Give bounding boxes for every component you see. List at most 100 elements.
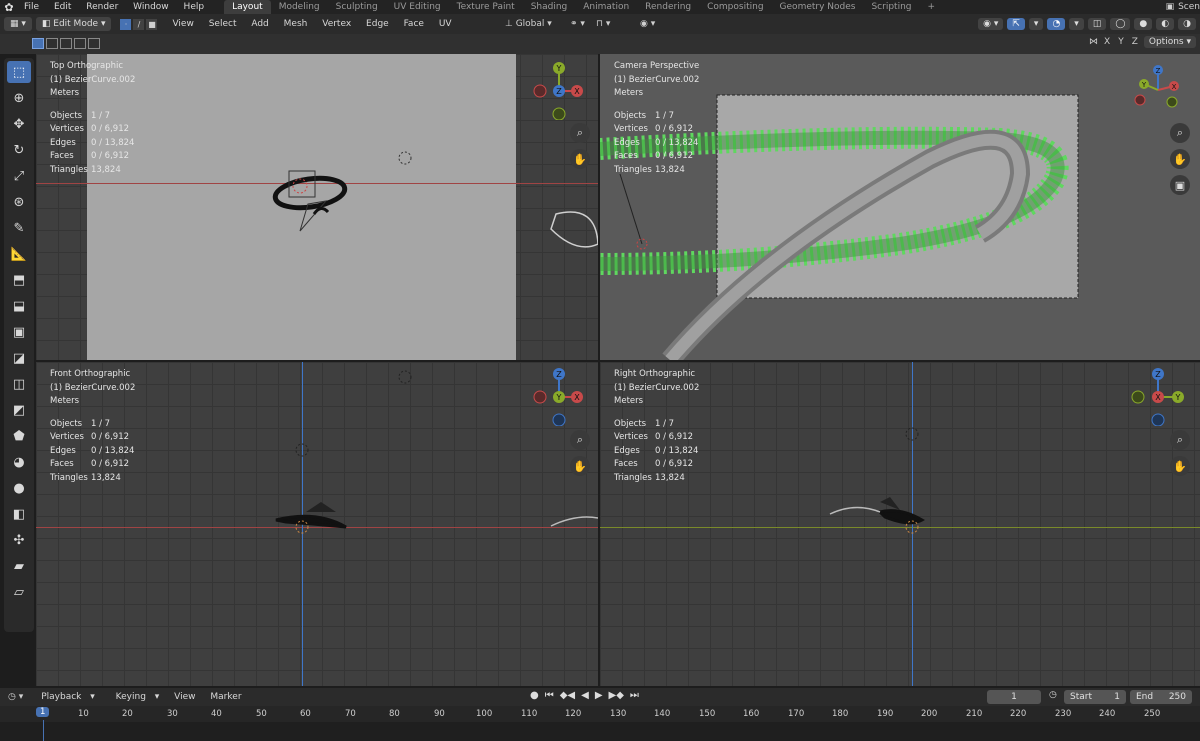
shrink-fatten-icon[interactable]: ◧ — [7, 503, 31, 525]
axis-x[interactable]: X — [1104, 37, 1110, 47]
shading-wireframe[interactable]: ◯ — [1110, 18, 1131, 30]
menu-window[interactable]: Window — [133, 2, 169, 12]
menu-edit[interactable]: Edit — [54, 2, 71, 12]
overlay-toggle[interactable]: ◔ — [1047, 18, 1066, 30]
bevel-icon[interactable]: ◪ — [7, 347, 31, 369]
hand-icon[interactable]: ✋ — [1170, 456, 1190, 476]
tab-sculpting[interactable]: Sculpting — [328, 0, 386, 14]
menu-uv[interactable]: UV — [439, 19, 452, 29]
prev-keyframe-icon[interactable]: ◆◀ — [560, 690, 575, 701]
zoom-icon[interactable]: ⌕ — [570, 123, 590, 143]
mode-dropdown[interactable]: ◧ Edit Mode ▾ — [35, 17, 112, 31]
hand-icon[interactable]: ✋ — [570, 456, 590, 476]
rip-icon[interactable]: ▰ — [7, 555, 31, 577]
menu-help[interactable]: Help — [184, 2, 205, 12]
menu-add[interactable]: Add — [251, 19, 268, 29]
rotate-icon[interactable]: ↻ — [7, 139, 31, 161]
tab-animation[interactable]: Animation — [575, 0, 637, 14]
inset-icon[interactable]: ▣ — [7, 321, 31, 343]
butterfly-icon[interactable]: ⋈ — [1089, 37, 1098, 47]
menu-marker[interactable]: Marker — [210, 692, 241, 702]
add-workspace-icon[interactable]: + — [920, 0, 944, 14]
axis-y[interactable]: Y — [1118, 37, 1124, 47]
frame-ruler[interactable]: 1 10 20 30 40 50 60 70 80 90 100 110 120… — [0, 706, 1200, 722]
vertex-select-icon[interactable]: · — [119, 17, 133, 31]
zoom-icon[interactable]: ⌕ — [1170, 430, 1190, 450]
tab-layout[interactable]: Layout — [224, 0, 271, 14]
select-extend-icon[interactable] — [46, 38, 58, 49]
viewport-right-orthographic[interactable]: Right Orthographic (1) BezierCurve.002 M… — [600, 362, 1200, 686]
proportional-editing-toggle[interactable]: ◉ ▾ — [640, 19, 655, 29]
menu-keying[interactable]: Keying ▾ — [110, 692, 160, 702]
smooth-icon[interactable]: ● — [7, 477, 31, 499]
jump-end-icon[interactable]: ⏭ — [630, 690, 639, 701]
gizmo-dropdown[interactable]: ▾ — [1028, 18, 1044, 30]
transform-orientation-dropdown[interactable]: ⊥ Global ▾ — [505, 19, 552, 29]
menu-vertex[interactable]: Vertex — [322, 19, 351, 29]
transform-icon[interactable]: ⊛ — [7, 191, 31, 213]
end-frame-field[interactable]: End 250 — [1130, 690, 1192, 704]
menu-mesh[interactable]: Mesh — [284, 19, 308, 29]
navigation-gizmo[interactable]: Z X Y — [529, 366, 589, 426]
editor-type-dropdown[interactable]: ▦ ▾ — [4, 17, 32, 31]
hand-icon[interactable]: ✋ — [570, 149, 590, 169]
spin-icon[interactable]: ◕ — [7, 451, 31, 473]
cursor-icon[interactable]: ⊕ — [7, 87, 31, 109]
poly-build-icon[interactable]: ⬟ — [7, 425, 31, 447]
menu-face[interactable]: Face — [404, 19, 424, 29]
current-frame-field[interactable]: 1 — [987, 690, 1041, 704]
shading-rendered[interactable]: ◑ — [1178, 18, 1196, 30]
annotate-icon[interactable]: ✎ — [7, 217, 31, 239]
viewport-camera-perspective[interactable]: Camera Perspective (1) BezierCurve.002 M… — [600, 54, 1200, 360]
tab-shading[interactable]: Shading — [523, 0, 576, 14]
axis-z[interactable]: Z — [1132, 37, 1138, 47]
camera-icon[interactable]: ▣ — [1170, 175, 1190, 195]
loop-cut-icon[interactable]: ◫ — [7, 373, 31, 395]
measure-icon[interactable]: 📐 — [7, 243, 31, 265]
record-icon[interactable]: ● — [530, 690, 539, 701]
play-reverse-icon[interactable]: ◀ — [581, 690, 589, 701]
overlay-dropdown[interactable]: ▾ — [1069, 18, 1084, 30]
tab-compositing[interactable]: Compositing — [699, 0, 771, 14]
start-frame-field[interactable]: Start 1 — [1064, 690, 1126, 704]
shading-solid[interactable]: ● — [1134, 18, 1153, 30]
navigation-gizmo[interactable]: Z Y X — [1128, 366, 1188, 426]
gizmo-toggle[interactable]: ⇱ — [1007, 18, 1025, 30]
snap-dropdown[interactable]: ⊓ ▾ — [596, 19, 610, 29]
scale-icon[interactable]: ⤢ — [7, 165, 31, 187]
playhead[interactable] — [43, 720, 44, 741]
tab-modeling[interactable]: Modeling — [271, 0, 328, 14]
viewport-top-orthographic[interactable]: Top Orthographic (1) BezierCurve.002 Met… — [36, 54, 598, 360]
knife-icon[interactable]: ◩ — [7, 399, 31, 421]
timeline-editor-icon[interactable]: ◷ ▾ — [8, 692, 23, 702]
tab-uv-editing[interactable]: UV Editing — [386, 0, 449, 14]
add-cube-icon[interactable]: ⬒ — [7, 269, 31, 291]
tab-scripting[interactable]: Scripting — [863, 0, 919, 14]
navigation-gizmo[interactable]: Y X Z — [529, 60, 589, 120]
clock-icon[interactable]: ◷ — [1049, 690, 1057, 700]
shear-icon[interactable]: ✣ — [7, 529, 31, 551]
scene-selector[interactable]: ▣ Scen — [1166, 0, 1200, 14]
options-dropdown[interactable]: Options ▾ — [1143, 36, 1196, 48]
extrude-icon[interactable]: ⬓ — [7, 295, 31, 317]
navigation-gizmo[interactable]: Z X Y — [1128, 62, 1188, 122]
select-new-icon[interactable] — [32, 38, 44, 49]
move-icon[interactable]: ✥ — [7, 113, 31, 135]
menu-playback[interactable]: Playback ▾ — [35, 692, 95, 702]
blender-logo-icon[interactable]: ✿ — [0, 1, 18, 14]
ruler-current-frame[interactable]: 1 — [36, 707, 50, 717]
zoom-icon[interactable]: ⌕ — [570, 430, 590, 450]
tab-rendering[interactable]: Rendering — [637, 0, 699, 14]
shading-material[interactable]: ◐ — [1156, 18, 1175, 30]
select-invert-icon[interactable] — [74, 38, 86, 49]
tab-texture-paint[interactable]: Texture Paint — [449, 0, 523, 14]
jump-start-icon[interactable]: ⏮ — [545, 690, 554, 701]
visibility-dropdown[interactable]: ◉ ▾ — [978, 18, 1004, 30]
edge-select-icon[interactable]: / — [132, 17, 146, 31]
select-box-icon[interactable]: ⬚ — [7, 61, 31, 83]
hand-icon[interactable]: ✋ — [1170, 149, 1190, 169]
menu-edge[interactable]: Edge — [366, 19, 389, 29]
menu-render[interactable]: Render — [86, 2, 118, 12]
pivot-dropdown[interactable]: ⚭ ▾ — [570, 19, 585, 29]
face-select-icon[interactable]: ■ — [145, 17, 159, 31]
